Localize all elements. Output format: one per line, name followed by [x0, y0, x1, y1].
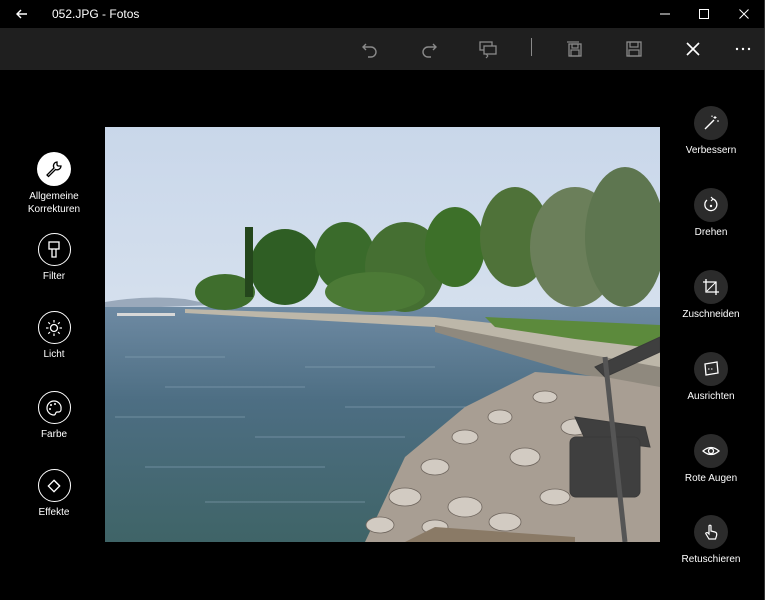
lake-photo — [105, 127, 660, 542]
tool-label: Retuschieren — [681, 554, 741, 565]
tool-label: Drehen — [694, 227, 728, 238]
window-close-icon — [739, 9, 749, 19]
save-button[interactable] — [619, 35, 649, 63]
close-icon — [686, 42, 700, 56]
save-copy-icon — [567, 41, 582, 57]
wrench-icon — [37, 152, 71, 186]
tool-label: Effekte — [38, 507, 70, 518]
compare-button[interactable] — [473, 35, 503, 63]
palette-icon — [37, 391, 71, 424]
close-editor-button[interactable] — [678, 35, 708, 63]
tool-enhance[interactable]: Verbessern — [667, 106, 755, 157]
tool-retouch[interactable]: Retuschieren — [667, 515, 755, 566]
tool-filter[interactable]: Filter — [10, 233, 98, 283]
title-bar: 052.JPG - Fotos — [0, 0, 765, 28]
rotate-icon — [694, 188, 728, 222]
undo-icon — [362, 43, 377, 58]
edit-toolbar — [0, 28, 765, 70]
redo-button[interactable] — [414, 35, 444, 63]
tool-label: Licht — [43, 349, 65, 360]
tool-label: Filter — [42, 271, 66, 282]
crop-icon — [694, 270, 728, 304]
sun-icon — [37, 311, 71, 344]
tool-general-corrections[interactable]: Allgemeine Korrekturen — [10, 152, 98, 216]
undo-button[interactable] — [355, 35, 385, 63]
tool-label: Allgemeine Korrekturen — [27, 191, 81, 215]
tool-label: Ausrichten — [687, 391, 735, 402]
maximize-icon — [699, 9, 709, 19]
photo-canvas[interactable] — [105, 127, 660, 542]
maximize-button[interactable] — [684, 0, 724, 28]
toolbar-divider — [531, 38, 532, 56]
touch-icon — [694, 515, 728, 549]
minimize-icon — [660, 13, 670, 15]
tool-label: Zuschneiden — [682, 309, 740, 320]
compare-icon — [479, 41, 497, 59]
tool-color[interactable]: Farbe — [10, 391, 98, 441]
save-copy-button[interactable] — [560, 35, 590, 63]
effects-icon — [37, 469, 71, 502]
brush-icon — [37, 233, 71, 266]
redo-icon — [422, 43, 437, 58]
more-button[interactable] — [728, 35, 758, 63]
window-close-button[interactable] — [724, 0, 764, 28]
tool-label: Verbessern — [685, 145, 737, 156]
straighten-icon — [694, 352, 728, 386]
eye-icon — [694, 434, 728, 468]
save-icon — [626, 41, 642, 57]
tool-straighten[interactable]: Ausrichten — [667, 352, 755, 403]
window-title: 052.JPG - Fotos — [52, 7, 140, 21]
tool-rotate[interactable]: Drehen — [667, 188, 755, 239]
tool-effects[interactable]: Effekte — [10, 469, 98, 519]
back-arrow-icon — [16, 9, 27, 19]
more-icon — [735, 47, 751, 51]
minimize-button[interactable] — [645, 0, 685, 28]
tool-crop[interactable]: Zuschneiden — [667, 270, 755, 321]
tool-red-eye[interactable]: Rote Augen — [667, 434, 755, 485]
back-button[interactable] — [12, 4, 32, 24]
tool-label: Farbe — [40, 429, 68, 440]
tool-label: Rote Augen — [684, 473, 738, 484]
tool-light[interactable]: Licht — [10, 311, 98, 361]
magic-wand-icon — [694, 106, 728, 140]
